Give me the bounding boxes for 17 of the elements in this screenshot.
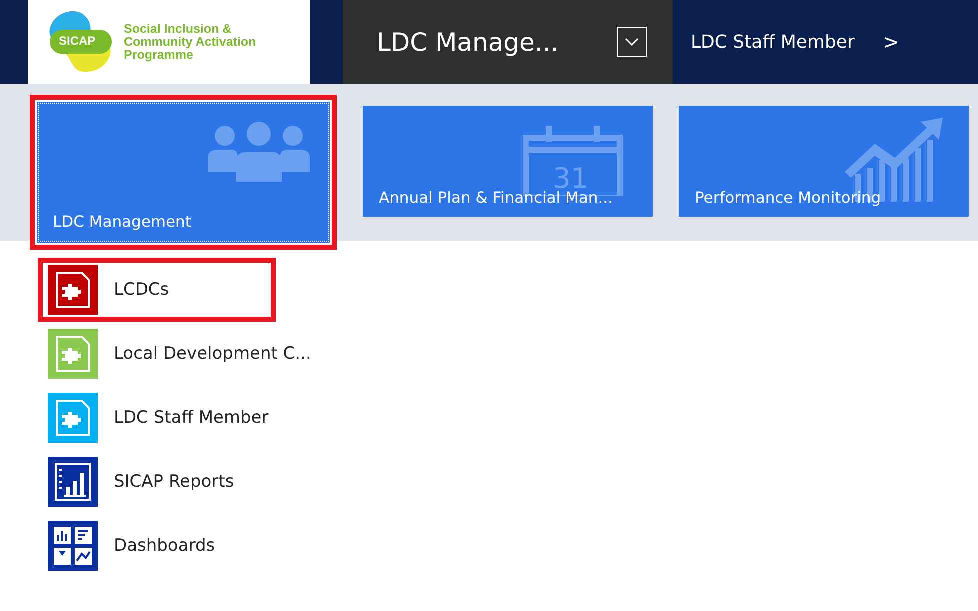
entity-list-item[interactable]: Local Development C... <box>38 326 318 382</box>
next-chevron[interactable]: > <box>882 30 900 54</box>
dropdown-button[interactable] <box>617 27 647 57</box>
breadcrumb-link[interactable]: LDC Staff Member <box>691 32 855 52</box>
area-selector[interactable]: LDC Manage... <box>343 0 673 84</box>
entity-list-item[interactable]: LDC Staff Member <box>38 390 276 446</box>
people-icon <box>208 122 310 182</box>
entity-list-item[interactable]: SICAP Reports <box>38 454 276 510</box>
area-title: LDC Manage... <box>377 28 559 56</box>
logo-text: Social Inclusion & <box>124 22 233 36</box>
chevron-down-icon <box>625 38 639 46</box>
logo-mark-text: SICAP <box>59 34 96 48</box>
entity-list-item[interactable]: LCDCs <box>38 258 276 322</box>
area-tile[interactable]: LDC Management <box>30 95 337 250</box>
logo-text: Programme <box>124 48 194 62</box>
logo-text: Community Activation <box>124 36 256 48</box>
entity-list-item[interactable]: Dashboards <box>38 518 276 574</box>
